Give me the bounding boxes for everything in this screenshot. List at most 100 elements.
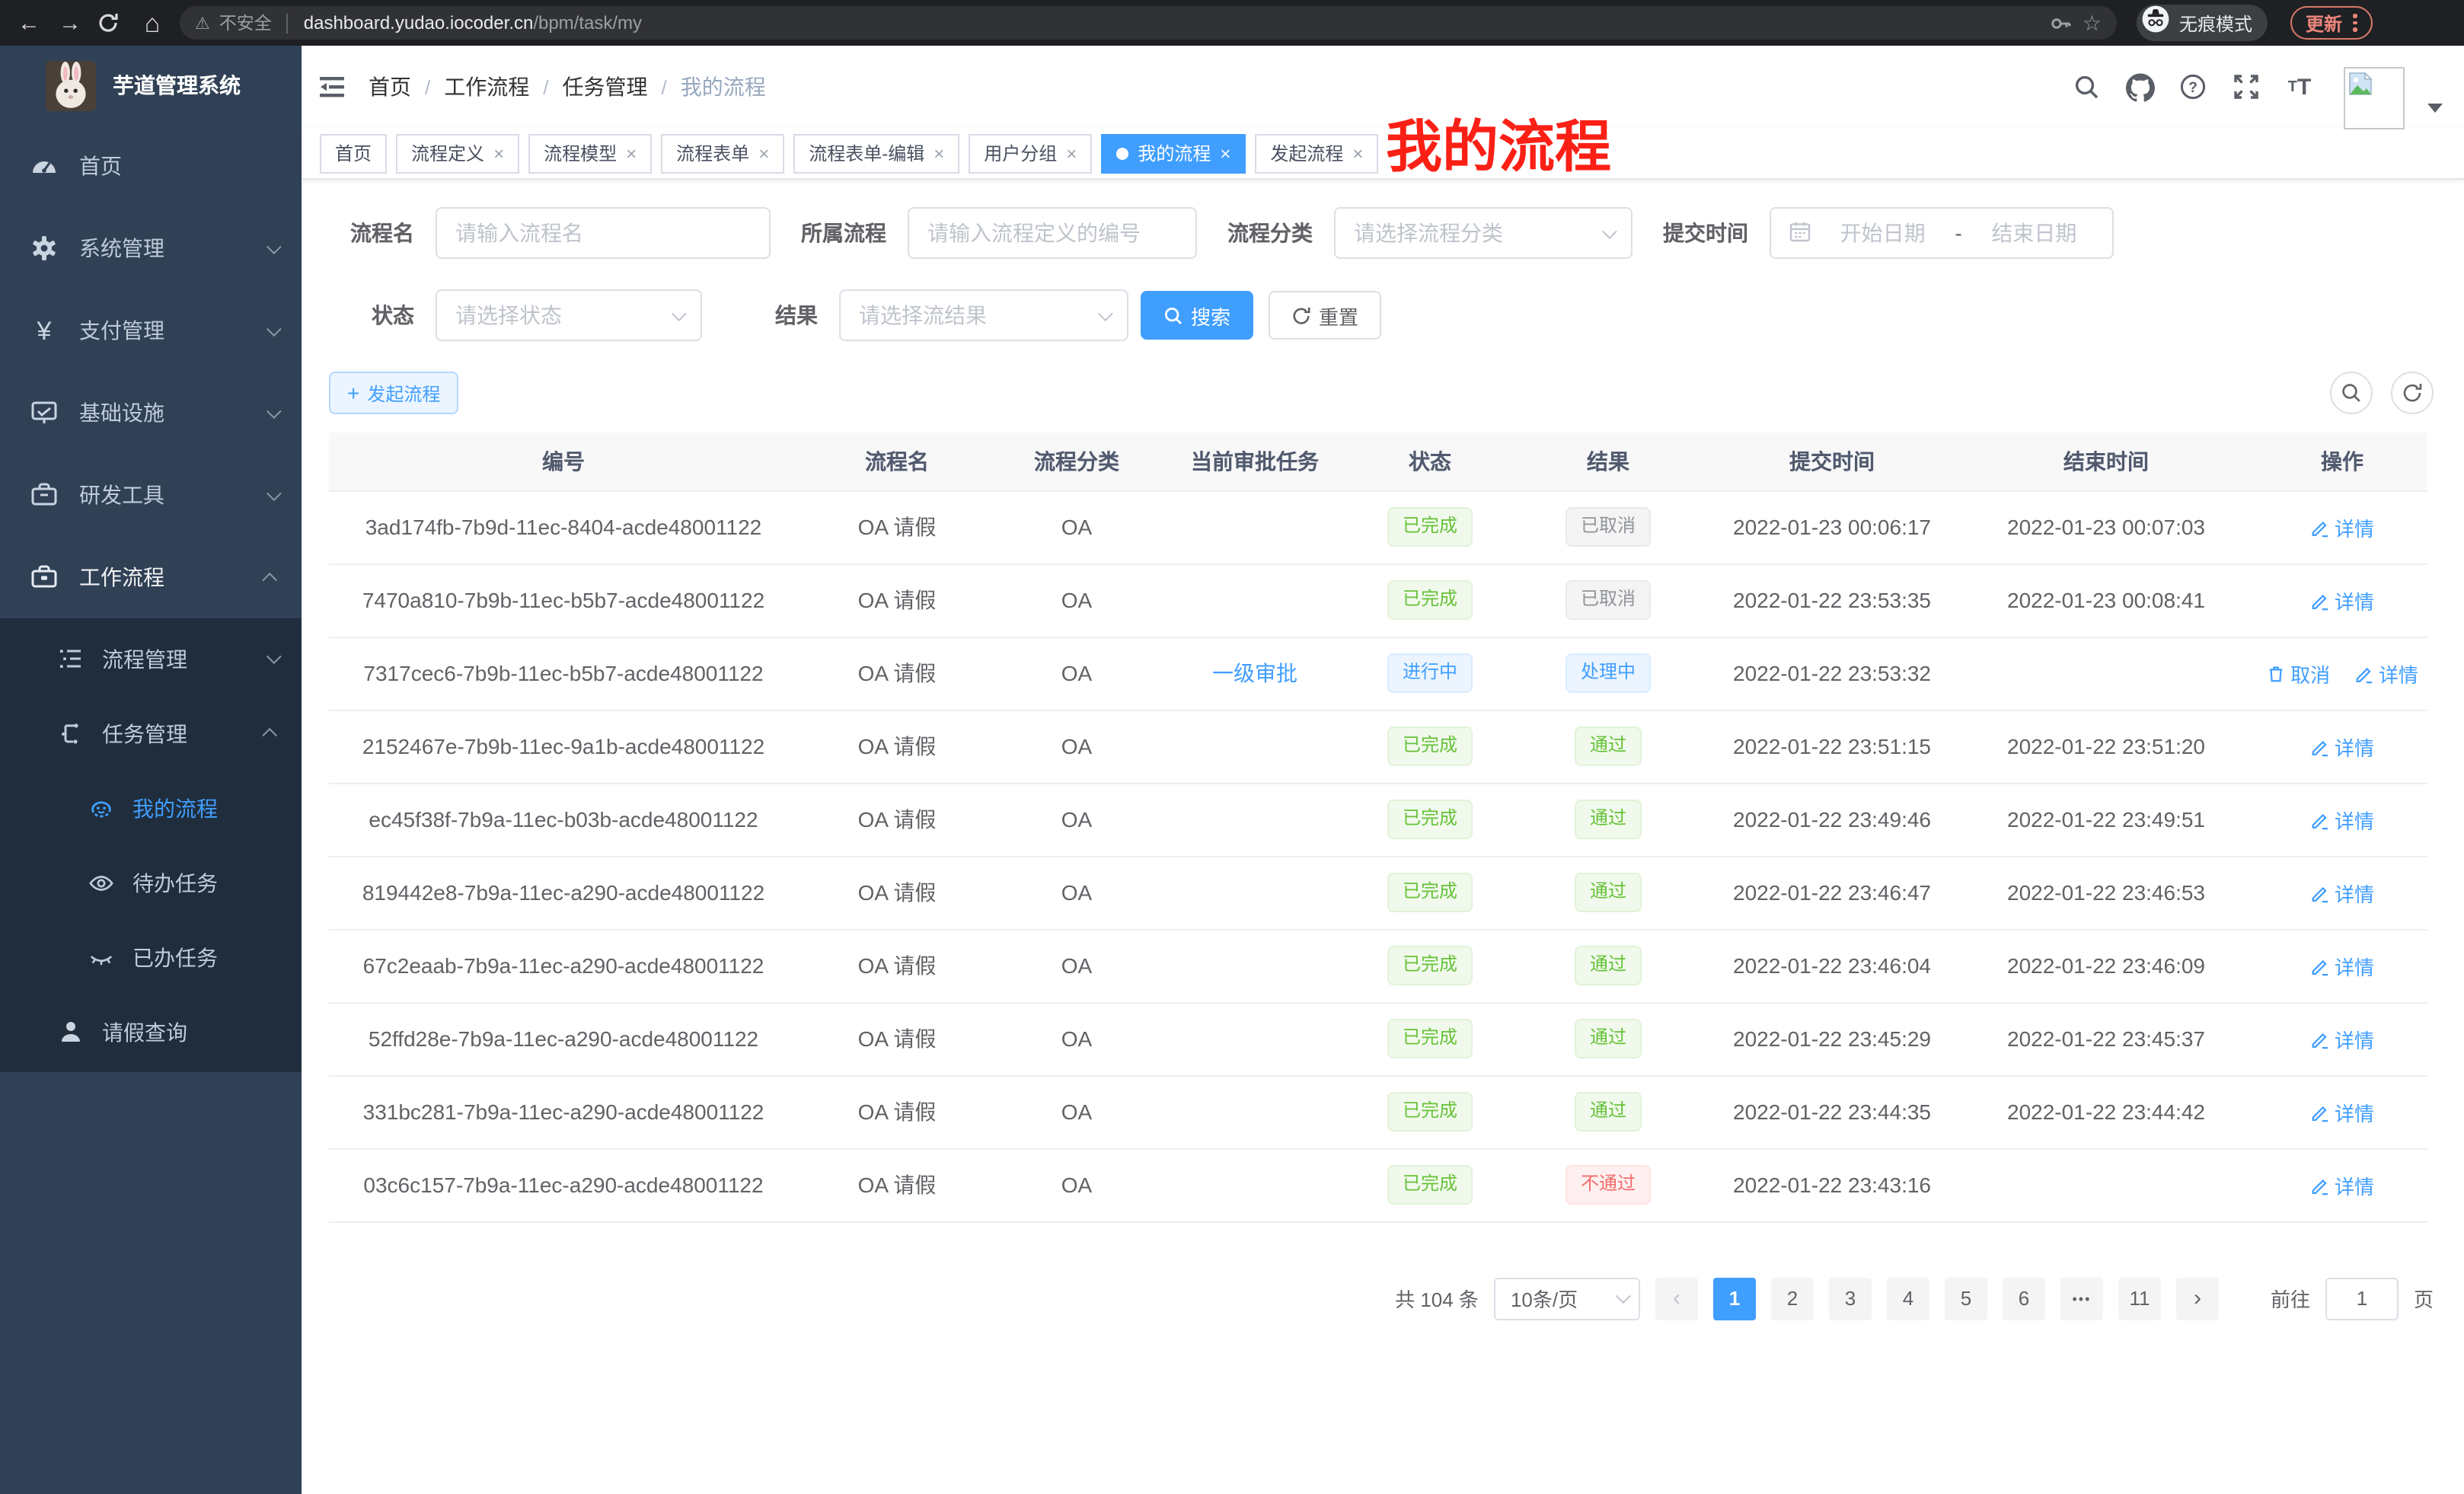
- filter-name-label: 流程名: [329, 218, 436, 248]
- tab-home[interactable]: 首页: [320, 133, 387, 173]
- github-icon[interactable]: [2124, 72, 2155, 102]
- detail-link[interactable]: 详情: [2310, 586, 2374, 615]
- current-task-link[interactable]: 一级审批: [1212, 661, 1297, 685]
- home-icon[interactable]: ⌂: [139, 10, 166, 36]
- detail-link[interactable]: 详情: [2310, 1170, 2374, 1199]
- breadcrumb-workflow[interactable]: 工作流程: [444, 72, 529, 102]
- browser-menu-icon[interactable]: [2353, 14, 2357, 32]
- status-badge: 已完成: [1387, 580, 1473, 619]
- bookmark-star-icon[interactable]: ☆: [2083, 10, 2102, 36]
- sidebar-item-task-mgmt[interactable]: 任务管理: [0, 696, 302, 771]
- table-refresh-button[interactable]: [2391, 372, 2434, 414]
- page-button-11[interactable]: 11: [2118, 1277, 2161, 1320]
- password-key-icon[interactable]: [2051, 11, 2073, 34]
- table-search-toggle-button[interactable]: [2330, 372, 2373, 414]
- eye-closed-icon: [88, 944, 114, 970]
- help-icon[interactable]: ?: [2178, 72, 2208, 102]
- sidebar-item-done-tasks[interactable]: 已办任务: [0, 920, 302, 994]
- detail-link[interactable]: 详情: [2310, 805, 2374, 834]
- sidebar-item-system[interactable]: 系统管理: [0, 207, 302, 289]
- create-process-button[interactable]: + 发起流程: [329, 372, 458, 414]
- tab-my-process[interactable]: 我的流程×: [1101, 133, 1246, 173]
- close-icon[interactable]: ×: [934, 142, 944, 164]
- search-icon[interactable]: [2071, 72, 2102, 102]
- breadcrumb-home[interactable]: 首页: [369, 72, 411, 102]
- sidebar-item-infra[interactable]: 基础设施: [0, 372, 302, 454]
- col-submit-time: 提交时间: [1709, 433, 1955, 490]
- detail-link[interactable]: 详情: [2310, 878, 2374, 907]
- total-count: 共 104 条: [1395, 1284, 1479, 1313]
- incognito-icon: [2141, 5, 2170, 41]
- search-button[interactable]: 搜索: [1141, 291, 1253, 340]
- page-button-5[interactable]: 5: [1945, 1277, 1987, 1320]
- sidebar-item-payment[interactable]: ¥ 支付管理: [0, 289, 302, 372]
- detail-link[interactable]: 详情: [2310, 1097, 2374, 1126]
- submit-time-range-picker[interactable]: 开始日期 - 结束日期: [1770, 207, 2114, 259]
- sidebar-item-my-process[interactable]: 我的流程: [0, 771, 302, 845]
- avatar[interactable]: [2344, 66, 2405, 129]
- main-area: 首页 / 工作流程 / 任务管理 / 我的流程 ?: [302, 46, 2464, 1494]
- tab-process-model[interactable]: 流程模型×: [528, 133, 652, 173]
- close-icon[interactable]: ×: [758, 142, 769, 164]
- process-name-input[interactable]: [436, 207, 771, 259]
- status-select[interactable]: 请选择状态: [436, 289, 702, 341]
- status-badge: 已完成: [1387, 507, 1473, 546]
- font-size-icon[interactable]: TT: [2284, 72, 2315, 102]
- reload-icon[interactable]: [97, 12, 125, 34]
- prev-page-button[interactable]: ‹: [1655, 1277, 1698, 1320]
- process-definition-input[interactable]: [908, 207, 1197, 259]
- flow-icon: [58, 720, 84, 746]
- sidebar-fold-icon[interactable]: [317, 72, 347, 102]
- tab-process-definition[interactable]: 流程定义×: [396, 133, 519, 173]
- insecure-label: 不安全: [219, 11, 272, 35]
- cancel-link[interactable]: 取消: [2266, 659, 2330, 688]
- tab-process-form[interactable]: 流程表单×: [661, 133, 784, 173]
- close-icon[interactable]: ×: [1352, 142, 1363, 164]
- page-button-4[interactable]: 4: [1887, 1277, 1929, 1320]
- sidebar-item-process-mgmt[interactable]: 流程管理: [0, 621, 302, 696]
- forward-icon[interactable]: →: [56, 11, 84, 34]
- page-button-1[interactable]: 1: [1713, 1277, 1756, 1320]
- detail-link[interactable]: 详情: [2354, 659, 2418, 688]
- sidebar-item-todo-tasks[interactable]: 待办任务: [0, 845, 302, 920]
- reset-button[interactable]: 重置: [1269, 291, 1381, 340]
- tab-process-form-edit[interactable]: 流程表单-编辑×: [793, 133, 959, 173]
- detail-link[interactable]: 详情: [2310, 951, 2374, 980]
- back-icon[interactable]: ←: [15, 11, 43, 34]
- fullscreen-icon[interactable]: [2231, 72, 2261, 102]
- sidebar-item-devtools[interactable]: 研发工具: [0, 454, 302, 536]
- tab-start-process[interactable]: 发起流程×: [1255, 133, 1378, 173]
- tab-user-group[interactable]: 用户分组×: [969, 133, 1092, 173]
- close-icon[interactable]: ×: [626, 142, 637, 164]
- goto-page-input[interactable]: [2325, 1277, 2399, 1320]
- update-button[interactable]: 更新: [2290, 6, 2372, 40]
- more-pages-button[interactable]: •••: [2060, 1277, 2103, 1320]
- sidebar-item-home[interactable]: 首页: [0, 125, 302, 207]
- table-row: 819442e8-7b9a-11ec-a290-acde48001122 OA …: [329, 856, 2427, 929]
- briefcase-icon: [30, 563, 58, 591]
- close-icon[interactable]: ×: [493, 142, 504, 164]
- close-icon[interactable]: ×: [1220, 142, 1230, 164]
- breadcrumb-task-mgmt[interactable]: 任务管理: [563, 72, 648, 102]
- page-button-3[interactable]: 3: [1829, 1277, 1872, 1320]
- sidebar-item-leave-query[interactable]: 请假查询: [0, 994, 302, 1069]
- person-icon: [58, 1019, 84, 1045]
- sidebar-item-workflow[interactable]: 工作流程: [0, 536, 302, 618]
- page-size-select[interactable]: 10条/页: [1494, 1277, 1640, 1320]
- result-select[interactable]: 请选择流结果: [839, 289, 1128, 341]
- status-badge: 进行中: [1387, 653, 1473, 692]
- active-dot: [1116, 147, 1128, 159]
- address-bar[interactable]: ⚠ 不安全 dashboard.yudao.iocoder.cn/bpm/tas…: [180, 6, 2117, 40]
- page-button-2[interactable]: 2: [1771, 1277, 1814, 1320]
- close-icon[interactable]: ×: [1066, 142, 1077, 164]
- screenshot-root: ← → ⌂ ⚠ 不安全 dashboard.yudao.iocoder.cn/b…: [0, 0, 2464, 1494]
- detail-link[interactable]: 详情: [2310, 512, 2374, 541]
- detail-link[interactable]: 详情: [2310, 1024, 2374, 1053]
- category-select[interactable]: 请选择流程分类: [1334, 207, 1633, 259]
- breadcrumb-current: 我的流程: [681, 72, 766, 102]
- result-badge: 已取消: [1566, 580, 1651, 619]
- next-page-button[interactable]: ›: [2176, 1277, 2219, 1320]
- detail-link[interactable]: 详情: [2310, 732, 2374, 761]
- page-button-6[interactable]: 6: [2003, 1277, 2045, 1320]
- avatar-caret-icon[interactable]: [2427, 104, 2443, 113]
